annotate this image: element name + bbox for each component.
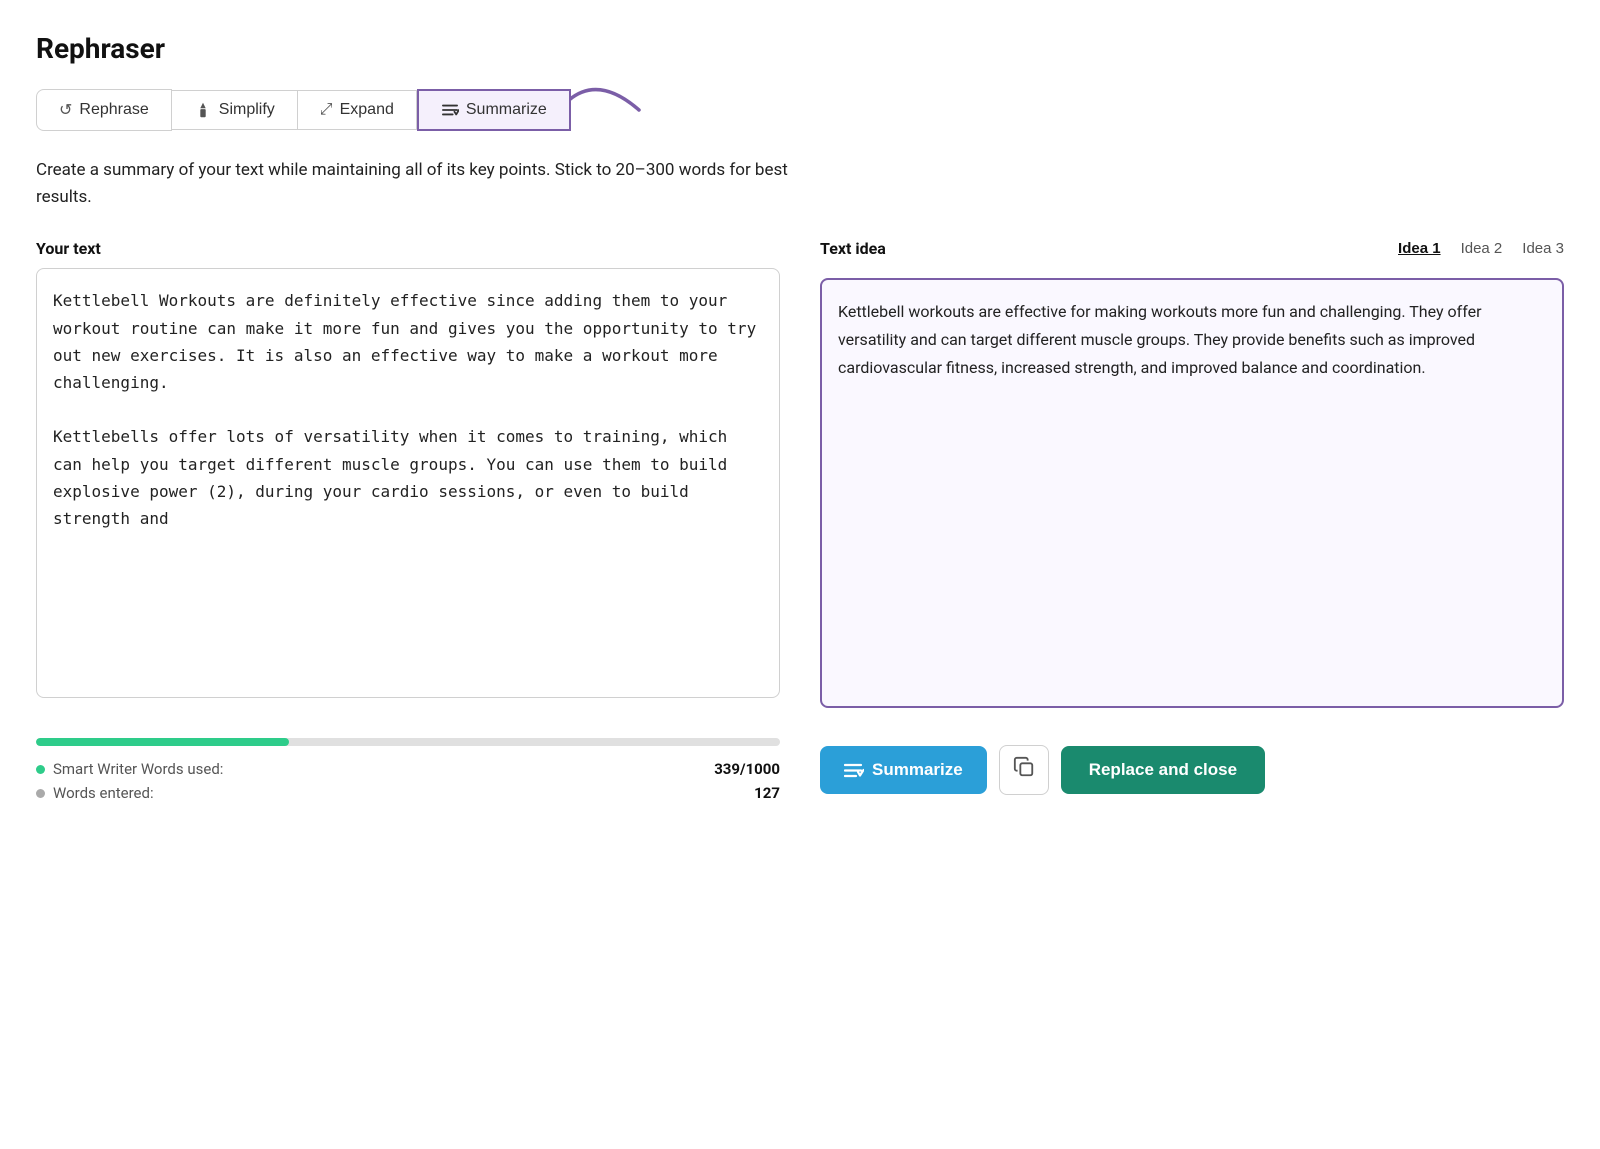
idea-tabs: Idea 1 Idea 2 Idea 3 <box>1398 240 1564 257</box>
right-panel-label: Text idea <box>820 239 886 258</box>
words-entered-label-group: Words entered: <box>36 784 154 802</box>
words-used-value: 339/1000 <box>714 760 780 778</box>
idea-tab-1[interactable]: Idea 1 <box>1398 240 1441 257</box>
left-panel: Your text Kettlebell Workouts are defini… <box>36 239 780 708</box>
stats-row: Smart Writer Words used: 339/1000 Words … <box>36 760 780 802</box>
idea-tab-3[interactable]: Idea 3 <box>1522 240 1564 257</box>
progress-bar-container <box>36 738 780 746</box>
words-entered-label: Words entered: <box>53 784 154 802</box>
summarize-icon <box>441 101 459 119</box>
output-text-box: Kettlebell workouts are effective for ma… <box>820 278 1564 708</box>
right-bottom-actions: Summarize Replace and close <box>820 728 1564 802</box>
tab-expand[interactable]: ⤢ Expand <box>298 90 417 130</box>
summarize-btn-icon <box>844 760 864 780</box>
left-bottom: Smart Writer Words used: 339/1000 Words … <box>36 728 780 802</box>
tab-rephrase-label: Rephrase <box>79 101 148 119</box>
rephrase-icon: ↺ <box>59 100 72 120</box>
right-panel: Text idea Idea 1 Idea 2 Idea 3 Kettlebel… <box>820 239 1564 708</box>
summarize-button[interactable]: Summarize <box>820 746 987 794</box>
page-title: Rephraser <box>36 32 1564 65</box>
tab-rephrase[interactable]: ↺ Rephrase <box>36 89 172 131</box>
main-content: Your text Kettlebell Workouts are defini… <box>36 239 1564 708</box>
description-text: Create a summary of your text while main… <box>36 157 836 211</box>
tab-summarize-label: Summarize <box>466 101 547 119</box>
words-entered-dot <box>36 789 45 798</box>
words-used-dot <box>36 765 45 774</box>
input-textarea[interactable]: Kettlebell Workouts are definitely effec… <box>36 268 780 698</box>
words-used-stat: Smart Writer Words used: 339/1000 <box>36 760 780 778</box>
left-panel-label: Your text <box>36 239 780 258</box>
progress-section: Smart Writer Words used: 339/1000 Words … <box>36 738 780 802</box>
copy-icon <box>1013 756 1035 784</box>
words-used-label-group: Smart Writer Words used: <box>36 760 223 778</box>
output-text: Kettlebell workouts are effective for ma… <box>838 302 1482 377</box>
arrow-annotation <box>579 85 699 135</box>
progress-bar-fill <box>36 738 289 746</box>
tab-simplify-label: Simplify <box>219 101 275 119</box>
copy-button[interactable] <box>999 745 1049 795</box>
words-entered-stat: Words entered: 127 <box>36 784 780 802</box>
tab-simplify[interactable]: Simplify <box>172 90 298 130</box>
words-entered-value: 127 <box>754 784 780 802</box>
bottom-row: Smart Writer Words used: 339/1000 Words … <box>36 728 1564 802</box>
tabs-row: ↺ Rephrase Simplify ⤢ Expand Summarize <box>36 85 1564 135</box>
replace-close-button[interactable]: Replace and close <box>1061 746 1265 794</box>
tab-summarize[interactable]: Summarize <box>417 89 571 131</box>
right-panel-header: Text idea Idea 1 Idea 2 Idea 3 <box>820 239 1564 268</box>
summarize-btn-label: Summarize <box>872 760 963 780</box>
simplify-icon <box>194 101 212 119</box>
words-used-label: Smart Writer Words used: <box>53 760 223 778</box>
expand-icon: ⤢ <box>320 101 333 119</box>
idea-tab-2[interactable]: Idea 2 <box>1461 240 1503 257</box>
tab-expand-label: Expand <box>340 101 394 119</box>
